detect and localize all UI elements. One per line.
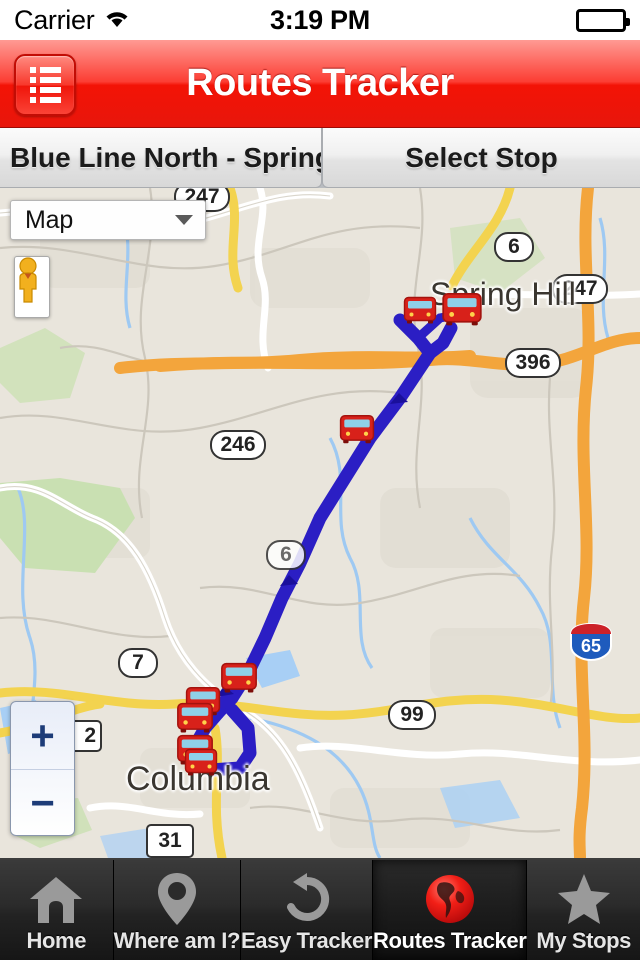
list-menu-icon: [29, 67, 61, 103]
route-shield-6-mid: 6: [266, 540, 306, 570]
app-root: Carrier 3:19 PM Routes Tracker Blue Line…: [0, 0, 640, 960]
tab-my-stops[interactable]: My Stops: [527, 860, 640, 960]
page-title: Routes Tracker: [186, 62, 454, 104]
route-shield-31: 31: [146, 824, 194, 858]
home-icon: [28, 870, 84, 928]
street-view-pegman-button[interactable]: [14, 256, 50, 318]
navigation-bar: Routes Tracker: [0, 40, 640, 128]
clock-label: 3:19 PM: [270, 4, 370, 35]
battery-full-icon: [576, 8, 630, 32]
street-view-pegman-icon: [19, 257, 37, 303]
route-shield-246: 246: [210, 430, 266, 460]
tab-easy-tracker[interactable]: Easy Tracker: [241, 860, 374, 960]
svg-text:65: 65: [581, 636, 601, 656]
route-shield-396: 396: [505, 348, 561, 378]
route-shield-7: 7: [118, 648, 158, 678]
map-type-dropdown[interactable]: Map: [10, 200, 206, 240]
tab-label-easy-tracker: Easy Tracker: [241, 928, 373, 953]
city-label-columbia: Columbia: [126, 760, 270, 798]
tab-bar: Home Where am I? Easy Tracker Routes Tra…: [0, 858, 640, 960]
selection-toolbar: Blue Line North - Spring . Select Stop: [0, 128, 640, 188]
tab-routes-tracker[interactable]: Routes Tracker: [373, 860, 528, 960]
city-label-spring-hill: Spring Hill: [430, 276, 576, 312]
tab-where-am-i[interactable]: Where am I?: [113, 860, 242, 960]
red-globe-icon: [424, 870, 476, 928]
select-route-button[interactable]: Blue Line North - Spring .: [0, 128, 322, 188]
chevron-down-icon: [175, 215, 193, 225]
route-shield-99: 99: [388, 700, 436, 730]
map-zoom-control[interactable]: + −: [10, 701, 75, 836]
route-shield-6: 6: [494, 232, 534, 262]
refresh-arrow-icon: [281, 870, 333, 928]
map-type-label: Map: [25, 205, 74, 234]
tab-label-my-stops: My Stops: [536, 928, 631, 953]
select-stop-button[interactable]: Select Stop: [322, 128, 640, 188]
zoom-in-button[interactable]: +: [11, 702, 74, 769]
map-view[interactable]: 247 6 247 396 246 6 7 99 2 31 65 Spring …: [0, 188, 640, 858]
route-shield-interstate-65: 65: [568, 622, 614, 662]
status-bar-right: [576, 8, 630, 32]
zoom-out-button[interactable]: −: [11, 769, 74, 835]
status-bar: Carrier 3:19 PM: [0, 0, 640, 40]
list-menu-button[interactable]: [14, 54, 76, 116]
map-pin-icon: [155, 870, 199, 928]
tab-label-where-am-i: Where am I?: [113, 928, 241, 953]
tab-home[interactable]: Home: [0, 860, 114, 960]
tab-label-routes-tracker: Routes Tracker: [373, 928, 527, 953]
star-icon: [556, 870, 612, 928]
tab-label-home: Home: [26, 928, 87, 953]
